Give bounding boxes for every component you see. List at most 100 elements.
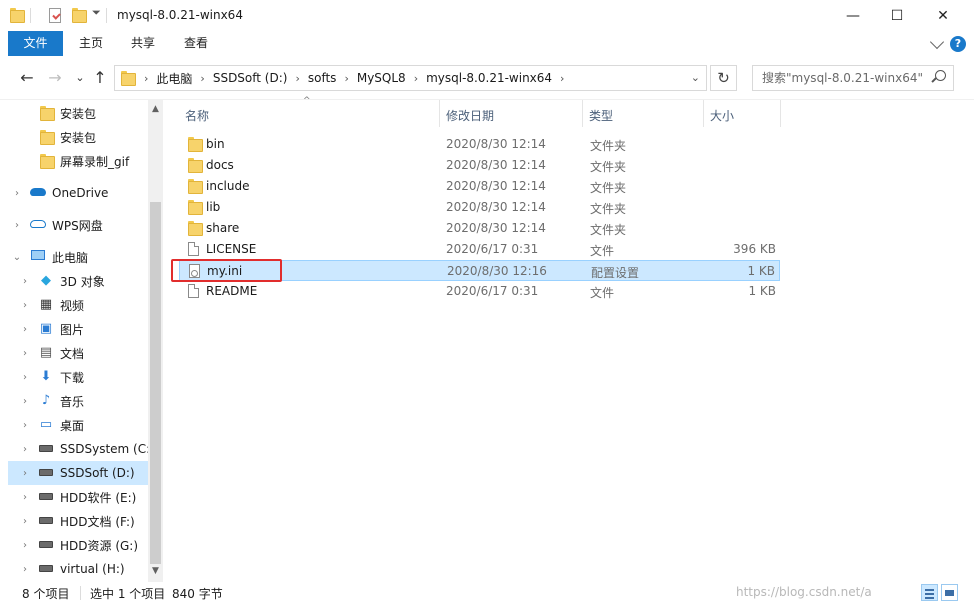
- sidebar-item[interactable]: ⌄ 此电脑: [8, 245, 148, 269]
- breadcrumb-ssdsoft[interactable]: SSDSoft (D:): [213, 71, 288, 85]
- sidebar-item[interactable]: › HDD软件 (E:): [8, 485, 148, 509]
- breadcrumb-current-folder[interactable]: mysql-8.0.21-winx64: [426, 71, 552, 85]
- breadcrumb-separator[interactable]: ›: [295, 72, 299, 85]
- address-bar[interactable]: › 此电脑 › SSDSoft (D:) › softs › MySQL8 › …: [114, 65, 707, 91]
- table-row[interactable]: LICENSE 2020/6/17 0:31 文件 396 KB: [179, 239, 780, 260]
- breadcrumb-separator[interactable]: ›: [414, 72, 418, 85]
- sidebar-item[interactable]: › SSDSystem (C:): [8, 437, 155, 461]
- scrollbar-thumb[interactable]: [150, 202, 161, 564]
- breadcrumb-separator[interactable]: ›: [144, 72, 148, 85]
- sidebar-item[interactable]: › ▤ 文档: [8, 341, 148, 365]
- sidebar-item[interactable]: › HDD文档 (F:): [8, 509, 148, 533]
- expander-chevron-icon[interactable]: ›: [20, 468, 30, 479]
- table-row[interactable]: share 2020/8/30 12:14 文件夹: [179, 218, 780, 239]
- sidebar-item[interactable]: › OneDrive: [8, 181, 148, 205]
- customize-quick-access-chevron-icon[interactable]: ⏷: [92, 6, 101, 20]
- new-folder-icon[interactable]: [72, 8, 87, 23]
- sidebar-item-label: WPS网盘: [52, 218, 103, 233]
- tab-share[interactable]: 共享: [122, 31, 164, 56]
- column-header-name[interactable]: 名称: [179, 105, 439, 127]
- sidebar-item-label: OneDrive: [52, 186, 109, 200]
- expander-chevron-icon[interactable]: ›: [20, 300, 30, 311]
- close-button[interactable]: ✕: [920, 0, 966, 31]
- sidebar-item[interactable]: › ▦ 视频: [8, 293, 148, 317]
- sidebar-item[interactable]: › ◆ 3D 对象: [8, 269, 148, 293]
- address-toolbar: ← → ⌄ ↑ › 此电脑 › SSDSoft (D:) › softs › M…: [0, 56, 974, 100]
- sidebar-item[interactable]: › SSDSoft (D:): [8, 461, 148, 485]
- breadcrumb-separator[interactable]: ›: [200, 72, 204, 85]
- sidebar-item[interactable]: 安装包: [8, 101, 148, 125]
- sidebar-item[interactable]: › ⬇ 下载: [8, 365, 148, 389]
- help-icon[interactable]: ?: [950, 36, 966, 52]
- expander-chevron-icon[interactable]: ›: [12, 188, 22, 199]
- expander-chevron-icon[interactable]: ›: [20, 444, 30, 455]
- sidebar-item[interactable]: 安装包: [8, 125, 148, 149]
- file-icon: [188, 242, 199, 256]
- sidebar-item[interactable]: › virtual (H:): [8, 557, 148, 581]
- expander-chevron-icon[interactable]: ⌄: [12, 252, 22, 263]
- minimize-button[interactable]: —: [830, 0, 876, 31]
- expand-ribbon-chevron-icon[interactable]: [929, 34, 945, 50]
- breadcrumb-mysql8[interactable]: MySQL8: [357, 71, 406, 85]
- details-view-icon[interactable]: [921, 584, 938, 601]
- sidebar-item-label: 桌面: [60, 418, 85, 433]
- column-header-type[interactable]: 类型: [583, 105, 703, 127]
- tab-file[interactable]: 文件: [8, 31, 63, 56]
- expander-chevron-icon[interactable]: ›: [20, 516, 30, 527]
- expander-chevron-icon[interactable]: ›: [20, 492, 30, 503]
- expander-chevron-icon[interactable]: ›: [12, 220, 22, 231]
- sidebar-item[interactable]: 屏幕录制_gif: [8, 149, 148, 173]
- item-count: 8 个项目: [22, 587, 70, 601]
- file-type: 文件夹: [590, 202, 627, 216]
- table-row[interactable]: include 2020/8/30 12:14 文件夹: [179, 176, 780, 197]
- search-input[interactable]: 搜索"mysql-8.0.21-winx64": [752, 65, 954, 91]
- file-type: 文件夹: [590, 139, 627, 153]
- expander-chevron-icon[interactable]: ›: [20, 276, 30, 287]
- sidebar-item-label: virtual (H:): [60, 562, 125, 576]
- sidebar-item[interactable]: › ▣ 图片: [8, 317, 148, 341]
- expander-chevron-icon[interactable]: ›: [20, 540, 30, 551]
- sidebar-item[interactable]: › HDD资源 (G:): [8, 533, 148, 557]
- column-divider[interactable]: [780, 100, 781, 127]
- sidebar-item[interactable]: › ♪ 音乐: [8, 389, 148, 413]
- properties-icon[interactable]: [49, 8, 61, 23]
- sidebar-item-label: 此电脑: [52, 250, 89, 265]
- sidebar-item[interactable]: › ▭ 桌面: [8, 413, 148, 437]
- refresh-button[interactable]: ↻: [710, 65, 737, 91]
- navigation-pane[interactable]: 安装包 安装包 屏幕录制_gif › OneDrive › WPS网盘 ⌄ 此电脑 › ◆ 3D 对象…: [8, 100, 163, 582]
- navigation-pane-scrollbar[interactable]: ▲ ▼: [148, 100, 163, 582]
- up-button[interactable]: ↑: [90, 68, 110, 88]
- table-row[interactable]: docs 2020/8/30 12:14 文件夹: [179, 155, 780, 176]
- scroll-up-icon[interactable]: ▲: [148, 104, 163, 114]
- system-drive-icon: [38, 442, 54, 456]
- forward-button[interactable]: →: [45, 68, 65, 88]
- scroll-down-icon[interactable]: ▼: [148, 566, 163, 576]
- column-header-size[interactable]: 大小: [704, 105, 780, 127]
- breadcrumb-this-pc[interactable]: 此电脑: [156, 70, 192, 87]
- back-button[interactable]: ←: [17, 68, 37, 88]
- maximize-button[interactable]: ☐: [874, 0, 920, 31]
- address-dropdown-icon[interactable]: ⌄: [691, 71, 700, 84]
- expander-chevron-icon[interactable]: ›: [20, 420, 30, 431]
- tab-home[interactable]: 主页: [70, 31, 112, 56]
- expander-chevron-icon[interactable]: ›: [20, 564, 30, 575]
- table-row[interactable]: lib 2020/8/30 12:14 文件夹: [179, 197, 780, 218]
- search-icon[interactable]: [935, 70, 946, 81]
- tab-view[interactable]: 查看: [175, 31, 217, 56]
- table-row[interactable]: bin 2020/8/30 12:14 文件夹: [179, 134, 780, 155]
- expander-chevron-icon[interactable]: ›: [20, 372, 30, 383]
- file-list[interactable]: ^ 名称 修改日期 类型 大小 bin 2020/8/30 12:14 文件夹 doc…: [163, 96, 974, 582]
- sidebar-item[interactable]: › WPS网盘: [8, 213, 148, 237]
- column-header-modified[interactable]: 修改日期: [440, 105, 582, 127]
- breadcrumb-separator[interactable]: ›: [344, 72, 348, 85]
- large-icons-view-icon[interactable]: [941, 584, 958, 601]
- expander-chevron-icon[interactable]: ›: [20, 348, 30, 359]
- breadcrumb-softs[interactable]: softs: [308, 71, 337, 85]
- breadcrumb-separator[interactable]: ›: [560, 72, 564, 85]
- table-row[interactable]: README 2020/6/17 0:31 文件 1 KB: [179, 281, 780, 302]
- sidebar-item-label: HDD文档 (F:): [60, 514, 135, 529]
- expander-chevron-icon[interactable]: ›: [20, 324, 30, 335]
- file-type: 配置设置: [591, 266, 640, 280]
- expander-chevron-icon[interactable]: ›: [20, 396, 30, 407]
- recent-locations-button[interactable]: ⌄: [70, 68, 90, 88]
